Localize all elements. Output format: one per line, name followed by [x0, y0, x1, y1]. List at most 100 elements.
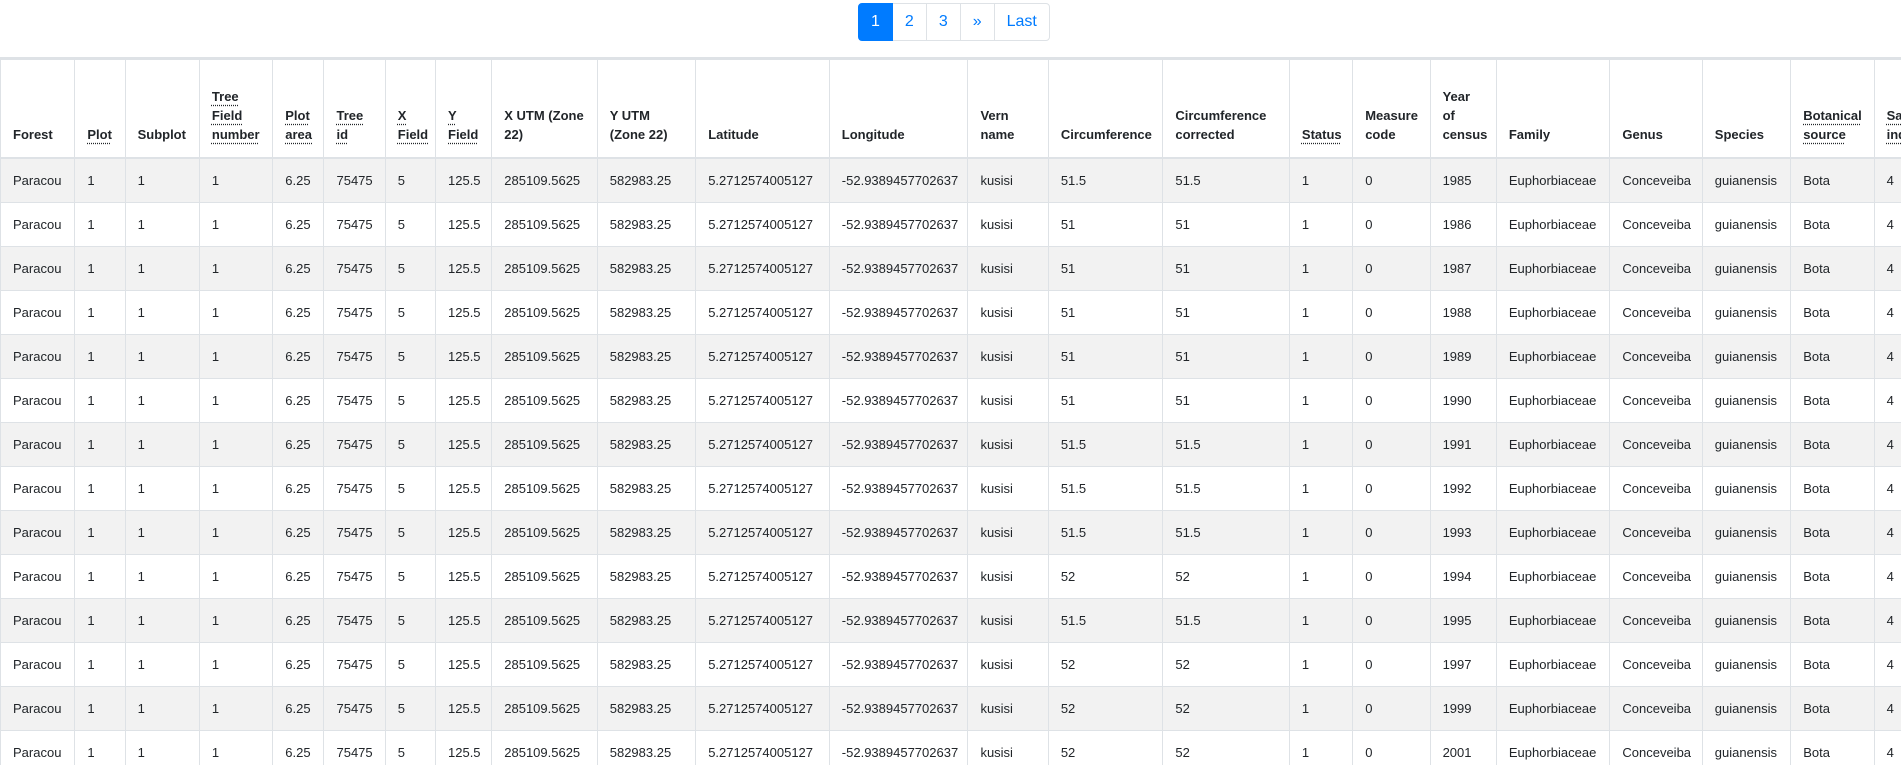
- table-cell: Euphorbiaceae: [1496, 423, 1610, 467]
- table-cell: 51.5: [1163, 599, 1290, 643]
- page-1-link[interactable]: 1: [858, 3, 893, 41]
- table-cell: -52.9389457702637: [829, 423, 968, 467]
- table-cell: 5: [385, 687, 435, 731]
- table-cell: 125.5: [436, 511, 492, 555]
- table-cell: kusisi: [968, 643, 1048, 687]
- table-cell: 6.25: [273, 643, 324, 687]
- column-header[interactable]: Botanical source: [1791, 60, 1874, 159]
- table-cell: guianensis: [1702, 643, 1790, 687]
- table-cell: guianensis: [1702, 335, 1790, 379]
- column-header-label: Safety index: [1887, 108, 1901, 142]
- column-header[interactable]: Tree Field number: [199, 60, 272, 159]
- column-header[interactable]: Year of census: [1430, 60, 1496, 159]
- table-cell: guianensis: [1702, 291, 1790, 335]
- column-header-label: Y Field: [448, 108, 478, 142]
- table-cell: 52: [1163, 687, 1290, 731]
- table-cell: 285109.5625: [492, 599, 597, 643]
- column-header[interactable]: Forest: [1, 60, 75, 159]
- table-cell: 4: [1874, 158, 1901, 203]
- table-cell: 285109.5625: [492, 731, 597, 765]
- column-header[interactable]: Species: [1702, 60, 1790, 159]
- table-cell: Bota: [1791, 335, 1874, 379]
- table-cell: Euphorbiaceae: [1496, 203, 1610, 247]
- table-cell: 4: [1874, 335, 1901, 379]
- next-page-link[interactable]: »: [960, 3, 995, 41]
- table-cell: guianensis: [1702, 511, 1790, 555]
- table-cell: 1: [75, 203, 125, 247]
- page-3-link[interactable]: 3: [926, 3, 961, 41]
- table-cell: 1992: [1430, 467, 1496, 511]
- table-cell: 0: [1353, 731, 1430, 765]
- table-cell: 125.5: [436, 423, 492, 467]
- table-cell: 1: [1289, 291, 1352, 335]
- table-cell: 51: [1048, 291, 1163, 335]
- column-header[interactable]: Circumference: [1048, 60, 1163, 159]
- table-cell: -52.9389457702637: [829, 599, 968, 643]
- column-header[interactable]: Subplot: [125, 60, 199, 159]
- column-header[interactable]: Y Field: [436, 60, 492, 159]
- table-cell: Bota: [1791, 467, 1874, 511]
- column-header-label: Genus: [1622, 127, 1662, 142]
- table-cell: 51: [1163, 203, 1290, 247]
- table-cell: 4: [1874, 379, 1901, 423]
- table-cell: 4: [1874, 599, 1901, 643]
- column-header[interactable]: Longitude: [829, 60, 968, 159]
- column-header[interactable]: X UTM (Zone 22): [492, 60, 597, 159]
- table-cell: -52.9389457702637: [829, 291, 968, 335]
- table-cell: Conceveiba: [1610, 467, 1702, 511]
- table-cell: 285109.5625: [492, 423, 597, 467]
- table-cell: 6.25: [273, 731, 324, 765]
- table-cell: 1995: [1430, 599, 1496, 643]
- column-header[interactable]: X Field: [385, 60, 435, 159]
- column-header[interactable]: Vern name: [968, 60, 1048, 159]
- column-header[interactable]: Plot: [75, 60, 125, 159]
- table-cell: Paracou: [1, 511, 75, 555]
- table-cell: Paracou: [1, 731, 75, 765]
- table-cell: 52: [1163, 731, 1290, 765]
- table-cell: Euphorbiaceae: [1496, 511, 1610, 555]
- column-header[interactable]: Plot area: [273, 60, 324, 159]
- table-cell: Conceveiba: [1610, 731, 1702, 765]
- table-row: Paracou1116.25754755125.5285109.56255829…: [1, 731, 1901, 765]
- table-cell: 52: [1048, 643, 1163, 687]
- table-cell: 1: [1289, 599, 1352, 643]
- table-cell: 1: [75, 291, 125, 335]
- table-cell: Paracou: [1, 203, 75, 247]
- table-cell: 0: [1353, 379, 1430, 423]
- table-cell: Euphorbiaceae: [1496, 158, 1610, 203]
- table-cell: 1993: [1430, 511, 1496, 555]
- table-cell: 0: [1353, 158, 1430, 203]
- table-cell: 4: [1874, 203, 1901, 247]
- table-cell: 0: [1353, 291, 1430, 335]
- column-header[interactable]: Family: [1496, 60, 1610, 159]
- table-cell: 5.2712574005127: [696, 379, 830, 423]
- table-cell: 1: [75, 555, 125, 599]
- column-header[interactable]: Tree id: [324, 60, 385, 159]
- column-header[interactable]: Latitude: [696, 60, 830, 159]
- table-cell: Euphorbiaceae: [1496, 291, 1610, 335]
- table-cell: 4: [1874, 555, 1901, 599]
- table-cell: 51: [1163, 247, 1290, 291]
- census-table: ForestPlotSubplotTree Field numberPlot a…: [0, 59, 1901, 765]
- table-cell: 1: [75, 335, 125, 379]
- table-cell: 4: [1874, 423, 1901, 467]
- column-header[interactable]: Measure code: [1353, 60, 1430, 159]
- column-header[interactable]: Safety index: [1874, 60, 1901, 159]
- pagination: 1 2 3 » Last: [858, 3, 1050, 41]
- table-cell: Conceveiba: [1610, 335, 1702, 379]
- table-cell: 5: [385, 247, 435, 291]
- table-cell: 5: [385, 467, 435, 511]
- table-cell: 125.5: [436, 379, 492, 423]
- table-cell: 75475: [324, 467, 385, 511]
- table-cell: 1: [199, 203, 272, 247]
- column-header[interactable]: Status: [1289, 60, 1352, 159]
- page-2-link[interactable]: 2: [892, 3, 927, 41]
- column-header[interactable]: Y UTM (Zone 22): [597, 60, 695, 159]
- column-header[interactable]: Genus: [1610, 60, 1702, 159]
- table-cell: 4: [1874, 731, 1901, 765]
- table-row: Paracou1116.25754755125.5285109.56255829…: [1, 379, 1901, 423]
- column-header[interactable]: Circumference corrected: [1163, 60, 1290, 159]
- table-cell: Paracou: [1, 555, 75, 599]
- table-cell: 75475: [324, 291, 385, 335]
- last-page-link[interactable]: Last: [994, 3, 1050, 41]
